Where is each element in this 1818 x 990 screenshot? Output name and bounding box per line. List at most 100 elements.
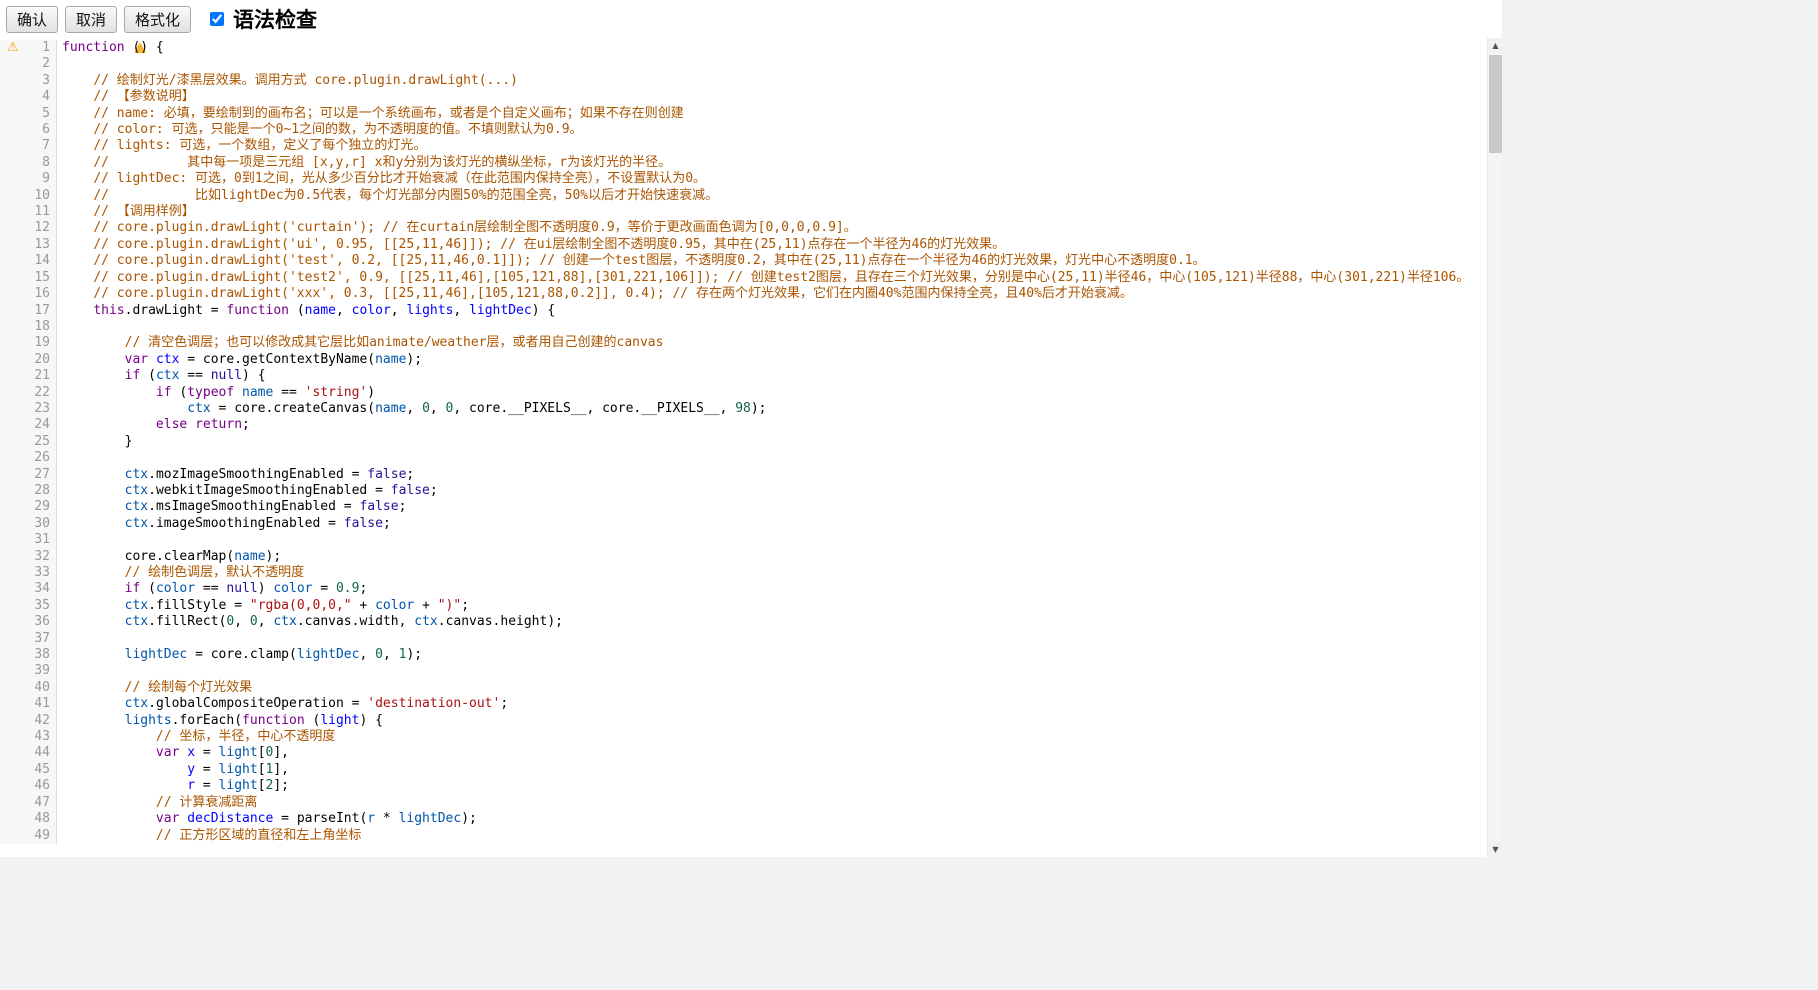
line-number: 27	[0, 467, 57, 483]
code-line: 31	[0, 532, 1487, 548]
code-line: 24 else return;	[0, 417, 1487, 433]
line-number: 41	[0, 696, 57, 712]
code-line: 10 // 比如lightDec为0.5代表，每个灯光部分内圈50%的范围全亮，…	[0, 188, 1487, 204]
code-line-text: else return;	[57, 417, 1487, 433]
code-line: 8 // 其中每一项是三元组 [x,y,r] x和y分别为该灯光的横纵坐标，r为…	[0, 155, 1487, 171]
code-line: 12 // core.plugin.drawLight('curtain'); …	[0, 220, 1487, 236]
code-line-text: // name: 必填，要绘制到的画布名；可以是一个系统画布，或者是个自定义画布…	[57, 106, 1487, 122]
line-number: 6	[0, 122, 57, 138]
code-line-text: // 清空色调层；也可以修改成其它层比如animate/weather层，或者用…	[57, 335, 1487, 351]
code-line: 2	[0, 56, 1487, 72]
code-line-text: // 其中每一项是三元组 [x,y,r] x和y分别为该灯光的横纵坐标，r为该灯…	[57, 155, 1487, 171]
line-number: 26	[0, 450, 57, 466]
code-line-text: // core.plugin.drawLight('curtain'); // …	[57, 220, 1487, 236]
scrollbar-thumb[interactable]	[1489, 55, 1502, 153]
scroll-down-button[interactable]: ▼	[1488, 842, 1503, 857]
code-line: 30 ctx.imageSmoothingEnabled = false;	[0, 516, 1487, 532]
code-line: 26	[0, 450, 1487, 466]
line-number: 13	[0, 237, 57, 253]
line-number: 21	[0, 368, 57, 384]
code-line: ⚠1function () {	[0, 40, 1487, 56]
line-number: 3	[0, 73, 57, 89]
code-line-text: // 正方形区域的直径和左上角坐标	[57, 828, 1487, 844]
code-line-text	[57, 532, 1487, 548]
syntax-check-label: 语法检查	[233, 4, 317, 34]
code-line: 33 // 绘制色调层，默认不透明度	[0, 565, 1487, 581]
code-line-text: // 绘制每个灯光效果	[57, 680, 1487, 696]
code-line-text: // color: 可选，只能是一个0~1之间的数，为不透明度的值。不填则默认为…	[57, 122, 1487, 138]
code-line-text: // lights: 可选，一个数组，定义了每个独立的灯光。	[57, 138, 1487, 154]
line-number: 16	[0, 286, 57, 302]
line-number: 25	[0, 434, 57, 450]
editor-area: ⚠1function () {2 3 // 绘制灯光/漆黑层效果。调用方式 co…	[0, 38, 1502, 857]
code-line: 44 var x = light[0],	[0, 745, 1487, 761]
line-number: 8	[0, 155, 57, 171]
code-line: 28 ctx.webkitImageSmoothingEnabled = fal…	[0, 483, 1487, 499]
line-number: 4	[0, 89, 57, 105]
line-number: 31	[0, 532, 57, 548]
code-line-text: ctx.globalCompositeOperation = 'destinat…	[57, 696, 1487, 712]
code-line: 5 // name: 必填，要绘制到的画布名；可以是一个系统画布，或者是个自定义…	[0, 106, 1487, 122]
vertical-scrollbar[interactable]: ▲ ▼	[1487, 38, 1502, 857]
code-line: 7 // lights: 可选，一个数组，定义了每个独立的灯光。	[0, 138, 1487, 154]
code-line-text: ctx.mozImageSmoothingEnabled = false;	[57, 467, 1487, 483]
code-line-text: ctx = core.createCanvas(name, 0, 0, core…	[57, 401, 1487, 417]
code-line: 9 // lightDec: 可选，0到1之间，光从多少百分比才开始衰减（在此范…	[0, 171, 1487, 187]
code-line-text: ctx.imageSmoothingEnabled = false;	[57, 516, 1487, 532]
code-line: 42 lights.forEach(function (light) {	[0, 713, 1487, 729]
code-line-text: this.drawLight = function (name, color, …	[57, 303, 1487, 319]
code-line: 4 // 【参数说明】	[0, 89, 1487, 105]
format-button[interactable]: 格式化	[124, 6, 191, 33]
cancel-button[interactable]: 取消	[65, 6, 117, 33]
code-line: 41 ctx.globalCompositeOperation = 'desti…	[0, 696, 1487, 712]
code-line: 34 if (color == null) color = 0.9;	[0, 581, 1487, 597]
code-line: 35 ctx.fillStyle = "rgba(0,0,0," + color…	[0, 598, 1487, 614]
code-line: 38 lightDec = core.clamp(lightDec, 0, 1)…	[0, 647, 1487, 663]
line-number: 18	[0, 319, 57, 335]
line-number: ⚠1	[0, 40, 57, 56]
line-number: 2	[0, 56, 57, 72]
code-line: 22 if (typeof name == 'string')	[0, 385, 1487, 401]
code-line: 23 ctx = core.createCanvas(name, 0, 0, c…	[0, 401, 1487, 417]
code-line-text: // core.plugin.drawLight('test2', 0.9, […	[57, 270, 1487, 286]
line-number: 44	[0, 745, 57, 761]
code-line-text: // 坐标，半径，中心不透明度	[57, 729, 1487, 745]
code-line: 11 // 【调用样例】	[0, 204, 1487, 220]
code-line-text: // 绘制色调层，默认不透明度	[57, 565, 1487, 581]
line-number: 35	[0, 598, 57, 614]
code-line: 3 // 绘制灯光/漆黑层效果。调用方式 core.plugin.drawLig…	[0, 73, 1487, 89]
code-line-text: // 计算衰减距离	[57, 795, 1487, 811]
line-number: 24	[0, 417, 57, 433]
line-number: 32	[0, 549, 57, 565]
code-line-text: r = light[2];	[57, 778, 1487, 794]
line-number: 40	[0, 680, 57, 696]
code-line-text: // core.plugin.drawLight('ui', 0.95, [[2…	[57, 237, 1487, 253]
line-number: 47	[0, 795, 57, 811]
code-line: 40 // 绘制每个灯光效果	[0, 680, 1487, 696]
code-line-text: }	[57, 434, 1487, 450]
scroll-up-button[interactable]: ▲	[1488, 38, 1503, 53]
line-number: 23	[0, 401, 57, 417]
code-line: 48 var decDistance = parseInt(r * lightD…	[0, 811, 1487, 827]
syntax-check-checkbox[interactable]	[210, 12, 224, 26]
line-number: 7	[0, 138, 57, 154]
code-editor[interactable]: ⚠1function () {2 3 // 绘制灯光/漆黑层效果。调用方式 co…	[0, 38, 1487, 857]
line-number: 29	[0, 499, 57, 515]
code-line-text: if (typeof name == 'string')	[57, 385, 1487, 401]
code-line-text	[57, 663, 1487, 679]
code-line-text: var decDistance = parseInt(r * lightDec)…	[57, 811, 1487, 827]
line-number: 22	[0, 385, 57, 401]
line-number: 33	[0, 565, 57, 581]
code-line-text: core.clearMap(name);	[57, 549, 1487, 565]
code-line: 43 // 坐标，半径，中心不透明度	[0, 729, 1487, 745]
code-line-text: ctx.fillRect(0, 0, ctx.canvas.width, ctx…	[57, 614, 1487, 630]
code-line: 47 // 计算衰减距离	[0, 795, 1487, 811]
code-line-text: // core.plugin.drawLight('test', 0.2, [[…	[57, 253, 1487, 269]
line-number: 42	[0, 713, 57, 729]
code-line-text: // lightDec: 可选，0到1之间，光从多少百分比才开始衰减（在此范围内…	[57, 171, 1487, 187]
code-line: 15 // core.plugin.drawLight('test2', 0.9…	[0, 270, 1487, 286]
confirm-button[interactable]: 确认	[6, 6, 58, 33]
code-line-text: lightDec = core.clamp(lightDec, 0, 1);	[57, 647, 1487, 663]
line-number: 30	[0, 516, 57, 532]
scrollbar-track[interactable]	[1488, 53, 1502, 842]
